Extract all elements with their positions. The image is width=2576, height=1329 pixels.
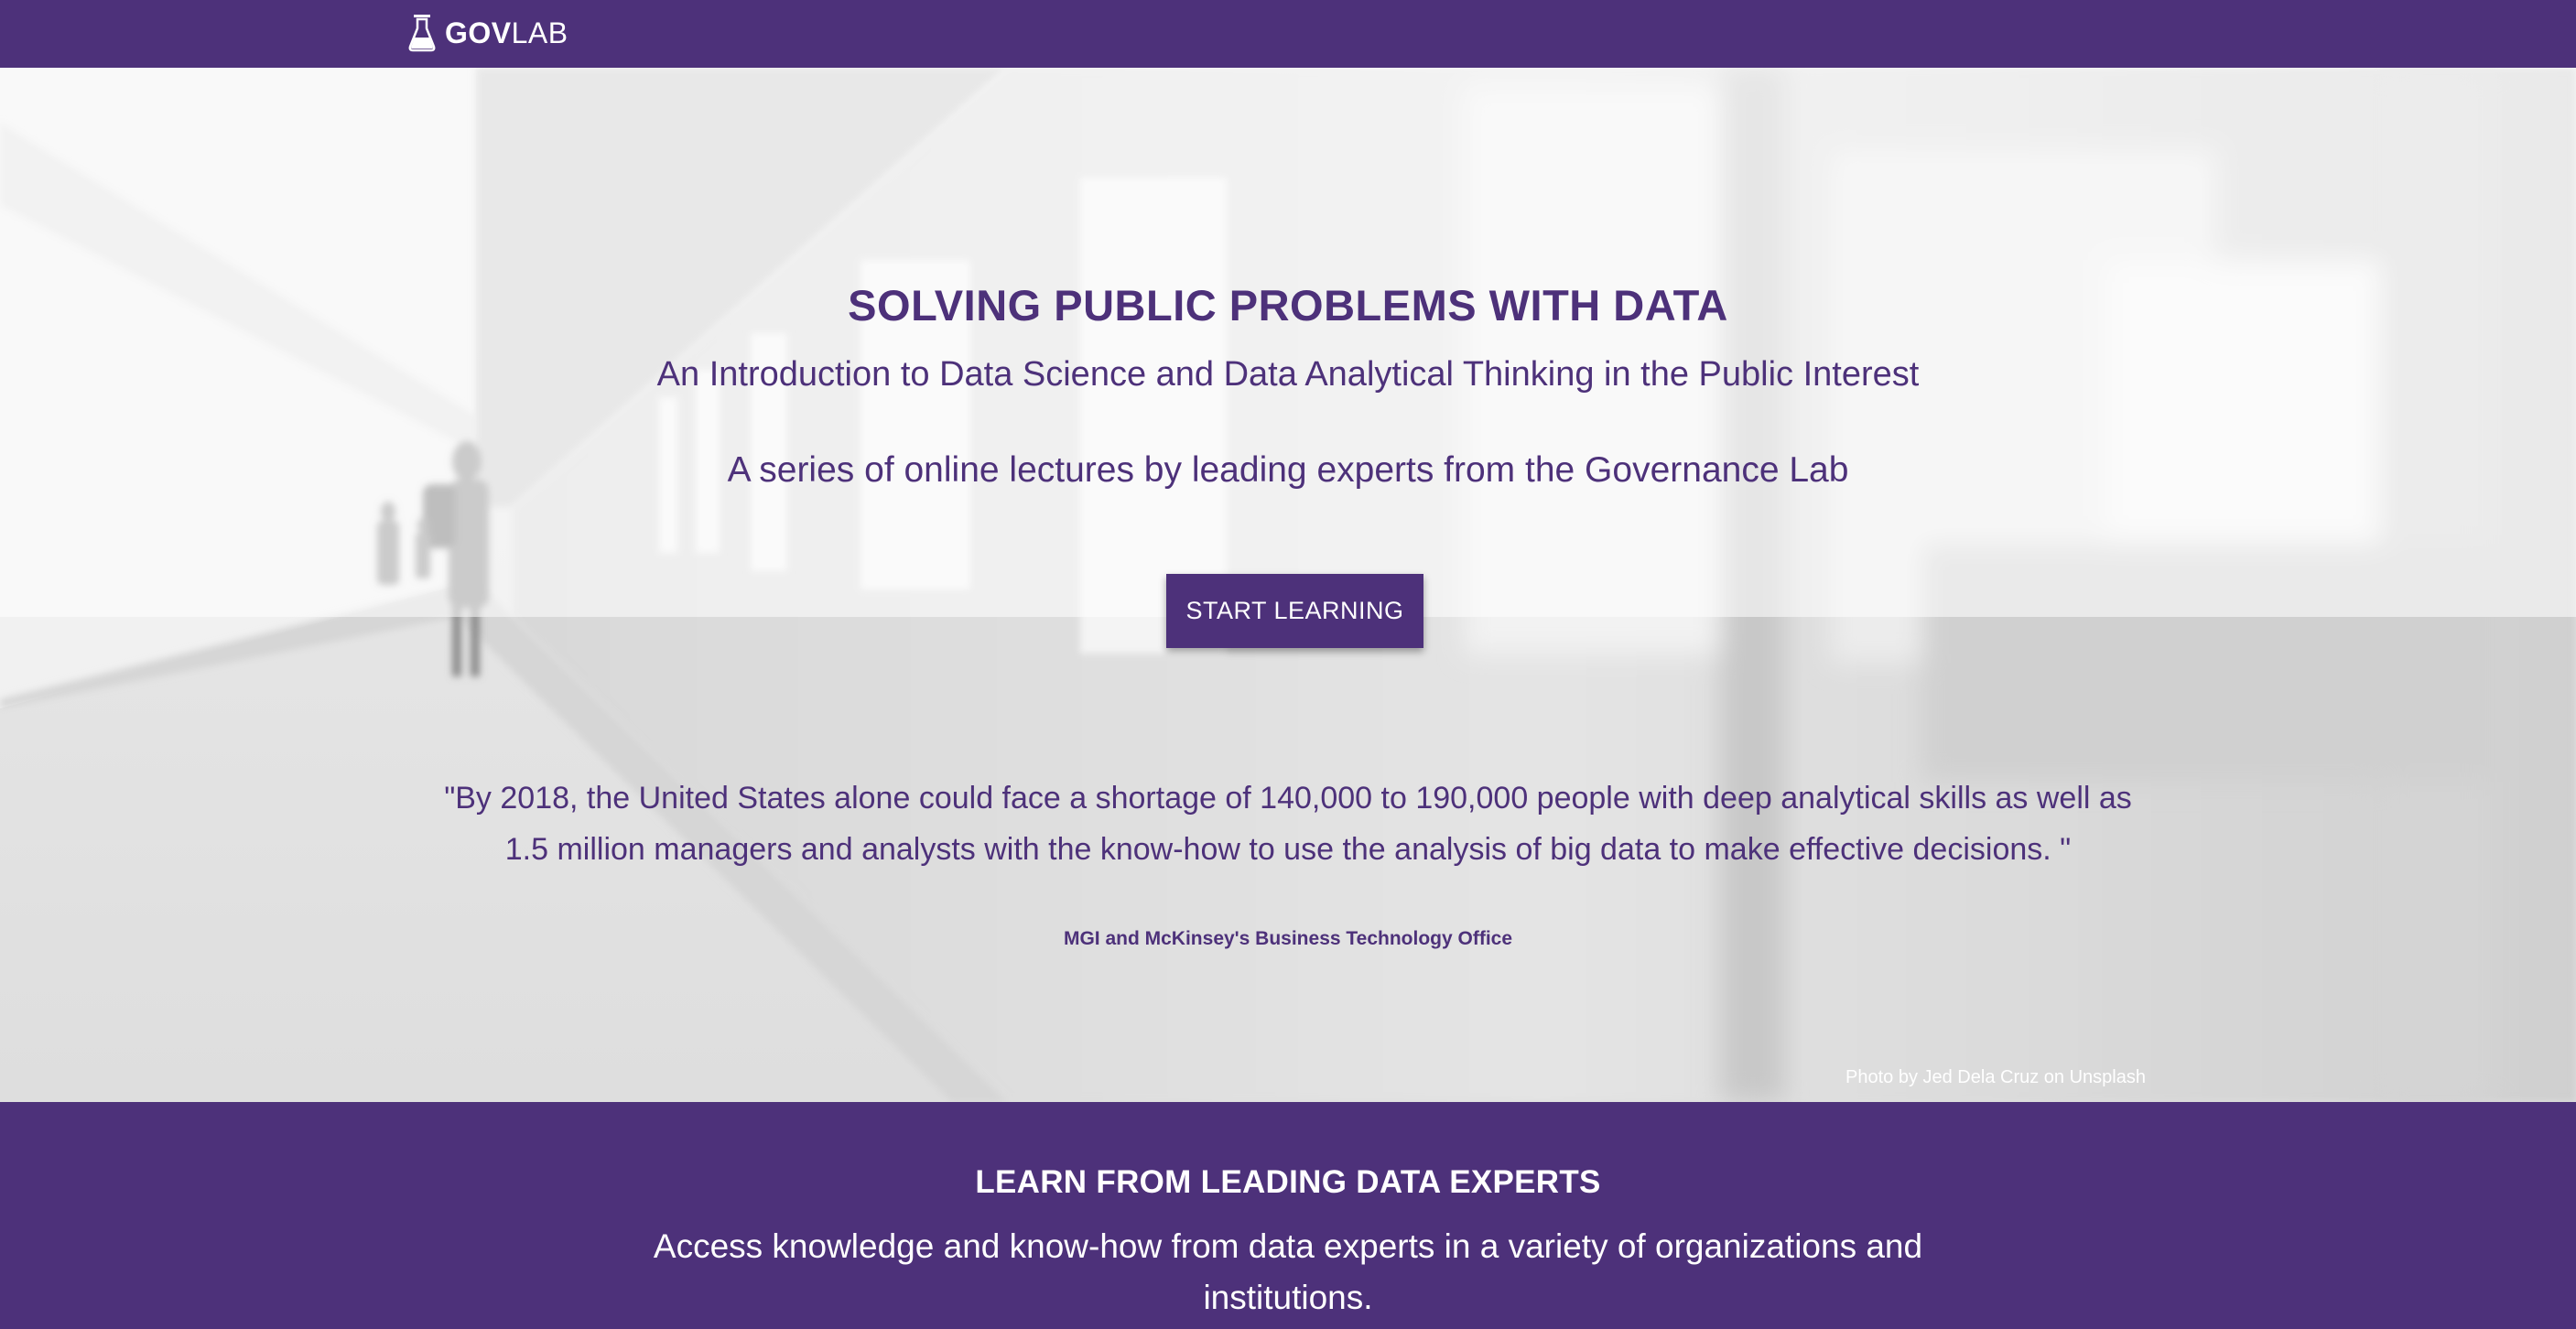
quote-source: MGI and McKinsey's Business Technology O…: [1063, 928, 1513, 949]
experts-section-text: Access knowledge and know-how from data …: [653, 1227, 1923, 1316]
hero-section: SOLVING PUBLIC PROBLEMS WITH DATA An Int…: [0, 68, 2576, 1102]
hero-subtitle: An Introduction to Data Science and Data…: [656, 355, 1920, 394]
experts-section-title: LEARN FROM LEADING DATA EXPERTS: [975, 1164, 1601, 1200]
brand-lab-text: LAB: [511, 16, 568, 49]
photo-credit-link[interactable]: Photo by Jed Dela Cruz on Unsplash: [1845, 1067, 2175, 1088]
govlab-logo-link[interactable]: GOV LAB: [408, 13, 568, 53]
start-learning-button[interactable]: START LEARNING: [1166, 574, 1423, 648]
brand-gov-text: GOV: [445, 16, 512, 49]
experts-section: LEARN FROM LEADING DATA EXPERTS Access k…: [0, 1102, 2576, 1329]
hero-series-text: A series of online lectures by leading e…: [727, 450, 1849, 490]
top-navbar: GOV LAB: [0, 0, 2576, 68]
hero-title: SOLVING PUBLIC PROBLEMS WITH DATA: [848, 281, 1728, 330]
hero-quote: "By 2018, the United States alone could …: [444, 781, 2132, 867]
hero-light-overlay: [0, 68, 2576, 617]
flask-icon: [408, 15, 436, 52]
